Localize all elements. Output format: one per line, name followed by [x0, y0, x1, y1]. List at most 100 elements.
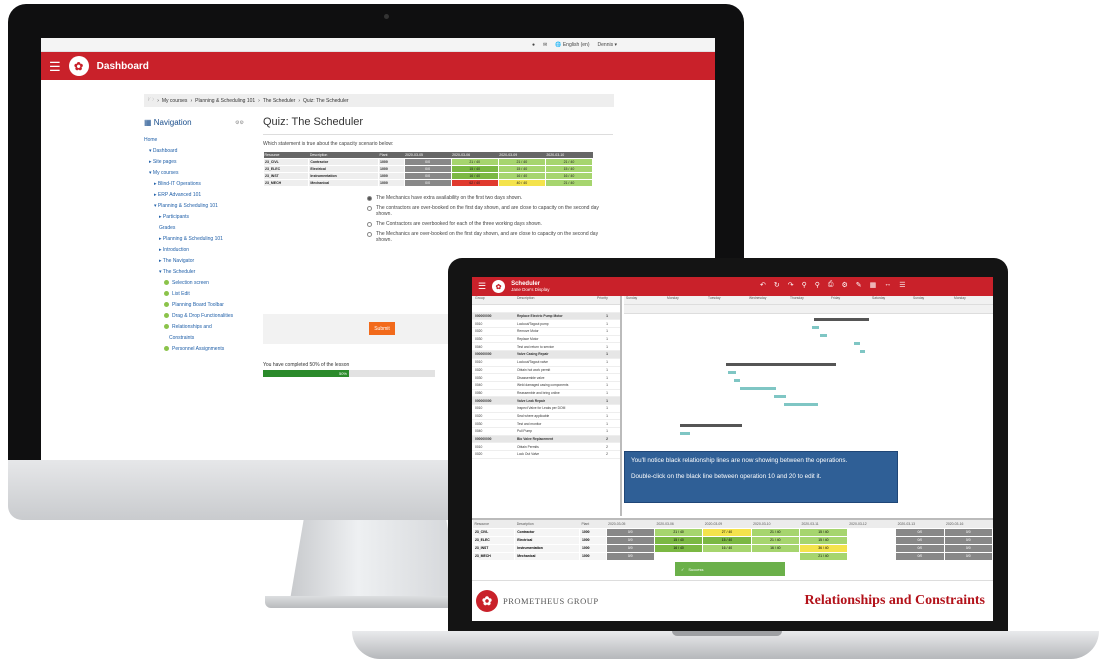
nav-item[interactable]: List Edit — [144, 289, 244, 300]
user-icon[interactable]: ● — [532, 42, 535, 48]
cell-c1: 000000000 — [475, 314, 492, 319]
collapse-icon[interactable]: ↔ — [884, 281, 891, 289]
answer-option[interactable]: The Mechanics are over-booked on the fir… — [367, 231, 607, 243]
operation-row[interactable]: 0010 Inspect Valve for Leaks per DOM 1 — [472, 405, 620, 413]
column-header[interactable]: 2020-03-13 — [895, 520, 944, 528]
operation-row[interactable]: 0040 Test and return to service 1 — [472, 343, 620, 352]
order-row[interactable]: 000000000 Valve Leak Repair 1 — [472, 397, 620, 405]
nav-item[interactable]: ▸ Introduction — [144, 245, 244, 256]
operation-row[interactable]: 0030 Test and monitor 1 — [472, 420, 620, 428]
column-header[interactable]: Resource — [472, 520, 515, 528]
answer-option[interactable]: The contractors are over-booked on the f… — [367, 205, 607, 217]
column-header[interactable]: 2020-03-12 — [847, 520, 896, 528]
operation-row[interactable]: 0020 Obtain hot work permit 1 — [472, 367, 620, 375]
column-header[interactable]: 2020-03-05 — [606, 520, 655, 528]
operation-row[interactable]: 0010 Obtain Permits 2 — [472, 443, 620, 452]
nav-item[interactable]: ▾ Dashboard — [144, 146, 244, 157]
user-menu[interactable]: Dennis ▾ — [598, 42, 617, 48]
column-header[interactable]: 2020-03-16 — [944, 520, 993, 528]
breadcrumb-item[interactable]: Planning & Scheduling 101 — [195, 98, 255, 104]
gantt-operation-bar[interactable] — [812, 326, 819, 329]
radio-button[interactable] — [367, 195, 372, 201]
print-icon[interactable]: ⎙ — [828, 281, 834, 289]
column-priority[interactable]: Priority — [597, 296, 617, 304]
settings-icon[interactable]: ⚙ — [842, 281, 848, 289]
undo-icon[interactable]: ↶ — [760, 281, 766, 289]
operation-row[interactable] — [472, 305, 620, 313]
operation-row[interactable]: 0020 Lock Out Valve 2 — [472, 451, 620, 459]
radio-button[interactable] — [367, 221, 372, 227]
operation-row[interactable]: 0030 Disassemble valve 1 — [472, 374, 620, 382]
breadcrumb-item[interactable]: The Scheduler — [263, 98, 296, 104]
gantt-operation-bar[interactable] — [820, 334, 827, 337]
nav-item[interactable]: ▾ The Scheduler — [144, 267, 244, 278]
nav-item[interactable]: ▸ Site pages — [144, 157, 244, 168]
zoom-in-icon[interactable]: ⚲ — [802, 281, 807, 289]
calendar-icon[interactable]: ▦ — [870, 281, 877, 289]
column-header[interactable]: 2020-03-11 — [799, 520, 848, 528]
answer-option[interactable]: The Mechanics have extra availability on… — [367, 195, 607, 201]
menu-icon[interactable]: ☰ — [899, 281, 905, 289]
operation-row[interactable]: 0030 Replace Motor 1 — [472, 336, 620, 344]
nav-item[interactable]: ▾ My courses — [144, 168, 244, 179]
nav-item[interactable]: Selection screen — [144, 278, 244, 289]
gantt-summary-bar[interactable] — [814, 318, 869, 321]
nav-item[interactable]: ▾ Planning & Scheduling 101 — [144, 201, 244, 212]
operation-row[interactable]: 0050 Reassemble and bring online 1 — [472, 390, 620, 398]
redo-icon[interactable]: ↷ — [788, 281, 794, 289]
nav-item[interactable]: Planning Board Toolbar — [144, 300, 244, 311]
gantt-operation-bar[interactable] — [728, 371, 736, 374]
operation-row[interactable]: 0010 Lockout/Tagout valve 1 — [472, 359, 620, 367]
nav-item[interactable]: ▸ The Navigator — [144, 256, 244, 267]
message-icon[interactable]: ✉ — [543, 42, 547, 48]
zoom-out-icon[interactable]: ⚲ — [815, 281, 820, 289]
gantt-operation-bar[interactable] — [734, 379, 740, 382]
nav-item[interactable]: Grades — [144, 223, 244, 234]
answer-option[interactable]: The Contractors are overbooked for each … — [367, 221, 607, 227]
order-row[interactable]: 000000000 Bio Valve Replacement 2 — [472, 435, 620, 444]
hamburger-menu-icon[interactable]: ☰ — [478, 281, 486, 292]
gantt-operation-bar[interactable] — [740, 387, 776, 390]
gantt-operation-bar[interactable] — [774, 395, 786, 398]
operation-row[interactable]: 0010 Lockout/Tagout pump 1 — [472, 320, 620, 329]
nav-item[interactable]: Personnel Assignments — [144, 344, 244, 355]
order-row[interactable]: 000000000 Valve Casing Repair 1 — [472, 351, 620, 359]
order-row[interactable]: 000000000 Replace Electric Pump Motor 1 — [472, 312, 620, 321]
radio-button[interactable] — [367, 231, 372, 237]
column-group[interactable]: Group — [472, 296, 517, 304]
column-header[interactable]: Plant — [579, 520, 607, 528]
gantt-operation-bar[interactable] — [680, 432, 690, 435]
operation-row[interactable]: 0040 Pull Pump 1 — [472, 428, 620, 436]
breadcrumb-item[interactable]: My courses — [162, 98, 188, 104]
column-header[interactable]: 2020-03-06 — [654, 520, 703, 528]
edit-icon[interactable]: ✎ — [856, 281, 862, 289]
hamburger-menu-icon[interactable]: ☰ — [49, 60, 61, 73]
nav-item[interactable]: ▸ Planning & Scheduling 101 — [144, 234, 244, 245]
column-header[interactable]: Description — [514, 520, 580, 528]
nav-item[interactable]: ▸ ERP Advanced 101 — [144, 190, 244, 201]
refresh-icon[interactable]: ↻ — [774, 281, 780, 289]
operation-row[interactable]: 0040 Weld damaged casing components 1 — [472, 382, 620, 390]
column-header[interactable]: 2020-03-10 — [751, 520, 800, 528]
gantt-summary-bar[interactable] — [680, 424, 742, 427]
prometheus-logo-icon[interactable]: ✿ — [68, 56, 89, 76]
gantt-summary-bar[interactable] — [726, 363, 836, 366]
column-description[interactable]: Description — [517, 296, 597, 304]
site-title[interactable]: Dashboard — [97, 61, 149, 72]
block-controls-icon[interactable]: ⚙⚙ — [235, 120, 244, 126]
gantt-operation-bar[interactable] — [854, 342, 860, 345]
operation-row[interactable]: 0020 Seal where applicable 1 — [472, 413, 620, 421]
nav-item[interactable]: Relationships and — [144, 322, 244, 333]
language-selector[interactable]: 🌐 English (en) — [555, 42, 589, 48]
nav-item[interactable]: Constraints — [144, 333, 244, 344]
submit-button[interactable]: Submit — [369, 322, 395, 335]
operation-row[interactable]: 0020 Remove Motor 1 — [472, 328, 620, 336]
nav-item[interactable]: ▸ Blind-IT Operations — [144, 179, 244, 190]
column-header[interactable]: 2020-03-09 — [702, 520, 752, 528]
nav-item[interactable]: ▸ Participants — [144, 212, 244, 223]
gantt-operation-bar[interactable] — [784, 403, 818, 406]
nav-item[interactable]: Home — [144, 135, 244, 146]
gantt-operation-bar[interactable] — [860, 350, 865, 353]
radio-button[interactable] — [367, 205, 372, 211]
nav-item[interactable]: Drag & Drop Functionalities — [144, 311, 244, 322]
